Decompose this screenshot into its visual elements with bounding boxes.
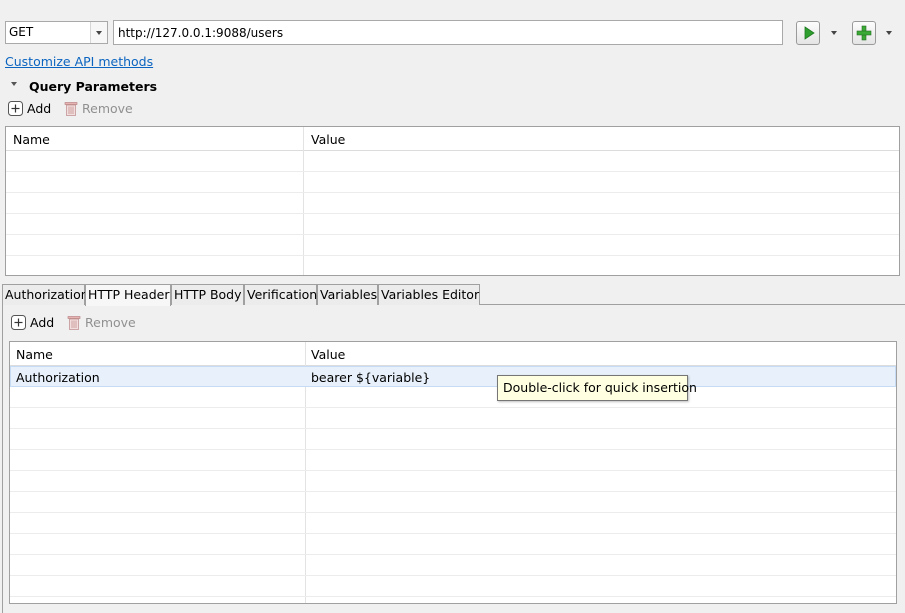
table-row[interactable]: [6, 172, 899, 193]
tab-label: HTTP Header: [88, 287, 170, 302]
tab-authorization[interactable]: Authorization: [2, 284, 89, 305]
query-remove-label: Remove: [82, 101, 133, 116]
tab-strip: Authorization HTTP Header HTTP Body Veri…: [2, 284, 902, 306]
table-row[interactable]: [10, 534, 896, 555]
tab-label: Variables: [320, 287, 378, 302]
chevron-down-icon: [96, 31, 102, 35]
column-header-name[interactable]: Name: [16, 347, 53, 362]
add-request-button[interactable]: [852, 21, 876, 45]
table-row[interactable]: [10, 429, 896, 450]
tab-variables[interactable]: Variables: [317, 284, 378, 305]
header-add-button[interactable]: Add: [11, 315, 54, 330]
method-select[interactable]: GET: [5, 21, 108, 44]
tab-verification[interactable]: Verification: [244, 284, 317, 305]
query-params-table[interactable]: Name Value: [5, 126, 900, 276]
tab-http-body[interactable]: HTTP Body: [171, 284, 244, 305]
header-name-cell[interactable]: Authorization: [16, 370, 100, 385]
table-row[interactable]: [6, 193, 899, 214]
collapse-triangle-icon: [11, 82, 17, 86]
table-row[interactable]: [6, 235, 899, 256]
column-header-name[interactable]: Name: [13, 132, 50, 147]
add-square-icon: [8, 101, 23, 116]
table-row[interactable]: [6, 256, 899, 275]
table-row[interactable]: [10, 492, 896, 513]
query-add-button[interactable]: Add: [8, 101, 51, 116]
plus-icon: [856, 25, 872, 41]
trash-icon: [67, 316, 81, 330]
column-header-value[interactable]: Value: [311, 347, 345, 362]
tab-label: Variables Editor: [381, 287, 480, 302]
tab-variables-editor[interactable]: Variables Editor: [378, 284, 480, 305]
table-row[interactable]: [10, 555, 896, 576]
run-button[interactable]: [796, 21, 820, 45]
tab-label: Verification: [247, 287, 318, 302]
chevron-down-icon: [831, 31, 837, 35]
play-icon: [804, 26, 815, 40]
table-row[interactable]: [10, 387, 896, 408]
method-dropdown-button[interactable]: [90, 22, 107, 43]
column-header-value[interactable]: Value: [311, 132, 345, 147]
header-remove-label: Remove: [85, 315, 136, 330]
tab-label: Authorization: [5, 287, 89, 302]
table-row[interactable]: [6, 214, 899, 235]
table-row[interactable]: [10, 450, 896, 471]
trash-icon: [64, 102, 78, 116]
method-value: GET: [9, 25, 34, 39]
query-remove-button[interactable]: Remove: [64, 101, 133, 116]
chevron-down-icon: [886, 31, 892, 35]
query-add-label: Add: [27, 101, 52, 116]
run-options-dropdown[interactable]: [829, 27, 841, 39]
add-square-icon: [11, 315, 26, 330]
query-params-title: Query Parameters: [29, 79, 158, 94]
tab-label: HTTP Body: [174, 287, 242, 302]
table-row[interactable]: [6, 151, 899, 172]
table-header: Name Value: [10, 342, 896, 366]
table-row[interactable]: Authorization bearer ${variable}: [10, 366, 896, 387]
tab-http-header[interactable]: HTTP Header: [85, 284, 171, 306]
customize-api-methods-link[interactable]: Customize API methods: [5, 54, 153, 69]
table-row[interactable]: [10, 513, 896, 534]
header-add-label: Add: [30, 315, 55, 330]
table-row[interactable]: [10, 576, 896, 597]
add-options-dropdown[interactable]: [884, 27, 896, 39]
table-row[interactable]: [10, 471, 896, 492]
header-value-cell[interactable]: bearer ${variable}: [311, 370, 430, 385]
http-header-table[interactable]: Name Value Authorization bearer ${variab…: [9, 341, 897, 604]
quick-insertion-tooltip: Double-click for quick insertion: [497, 375, 697, 401]
table-header: Name Value: [6, 127, 899, 151]
header-remove-button[interactable]: Remove: [67, 315, 136, 330]
table-row[interactable]: [10, 408, 896, 429]
url-input[interactable]: [113, 20, 783, 45]
